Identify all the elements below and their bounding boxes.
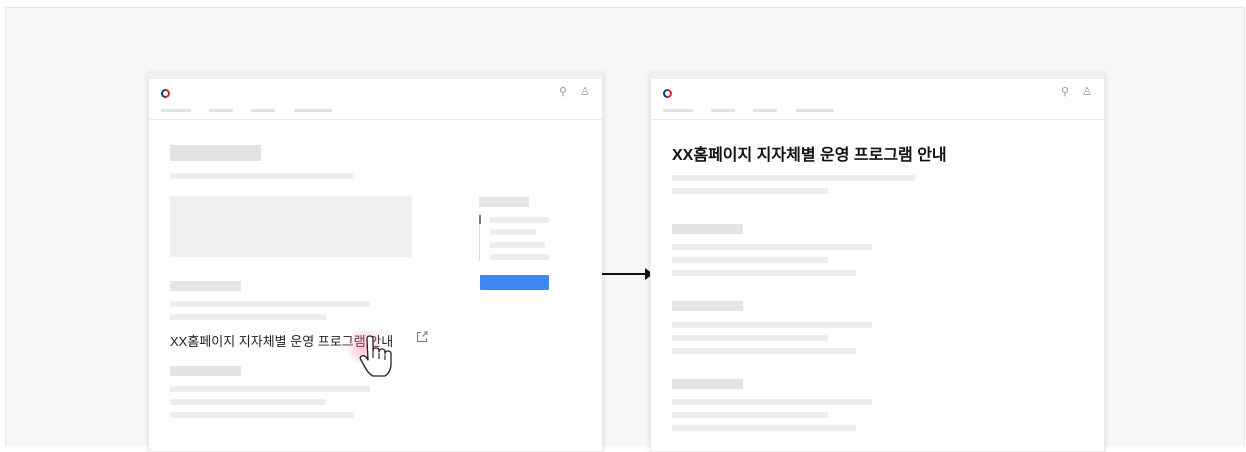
page-title: XX홈페이지 지자체별 운영 프로그램 안내 (672, 147, 947, 164)
text-line-placeholder (672, 425, 856, 431)
user-icon[interactable]: ♙ (1082, 85, 1092, 99)
nav-item-placeholder[interactable] (251, 109, 275, 112)
text-line-placeholder (672, 412, 828, 418)
pointer-hand-icon (359, 335, 392, 377)
sidebar-item-placeholder[interactable] (490, 217, 549, 223)
nav-item-placeholder[interactable] (294, 109, 332, 112)
text-line-placeholder (170, 173, 353, 179)
source-page-window: ⚲ ♙ XX홈페이지 지자체별 운영 프로그램 안내 (148, 72, 603, 452)
text-line-placeholder (672, 335, 828, 341)
search-icon[interactable]: ⚲ (559, 85, 567, 99)
section-heading-placeholder (672, 301, 743, 311)
sidebar-item-placeholder[interactable] (490, 254, 549, 260)
sidebar-active-marker (479, 215, 481, 224)
text-line-placeholder (672, 322, 872, 328)
section-heading-placeholder (672, 224, 743, 234)
text-line-placeholder (672, 188, 828, 194)
sidebar-action-button[interactable] (480, 275, 549, 290)
government-logo-icon[interactable] (161, 89, 170, 98)
nav-item-placeholder[interactable] (753, 109, 777, 112)
text-line-placeholder (672, 348, 856, 354)
section-heading-placeholder (672, 379, 743, 389)
nav-item-placeholder[interactable] (663, 109, 693, 112)
site-header: ⚲ ♙ (149, 79, 602, 120)
text-line-placeholder (170, 301, 370, 307)
nav-item-placeholder[interactable] (209, 109, 233, 112)
destination-page-window: ⚲ ♙ XX홈페이지 지자체별 운영 프로그램 안내 (650, 72, 1105, 452)
site-header: ⚲ ♙ (651, 79, 1104, 120)
search-icon[interactable]: ⚲ (1061, 85, 1069, 99)
transition-arrow (602, 268, 653, 280)
section-heading-placeholder (170, 281, 241, 291)
sidebar-item-placeholder[interactable] (490, 242, 545, 248)
page-title-placeholder (170, 145, 261, 161)
text-line-placeholder (170, 399, 326, 405)
text-line-placeholder (672, 399, 872, 405)
nav-item-placeholder[interactable] (711, 109, 735, 112)
text-line-placeholder (170, 412, 354, 418)
user-icon[interactable]: ♙ (580, 85, 590, 99)
text-line-placeholder (170, 314, 326, 320)
image-placeholder (170, 196, 412, 257)
section-heading-placeholder (170, 366, 241, 376)
text-line-placeholder (170, 386, 370, 392)
external-link-icon[interactable] (415, 330, 429, 344)
text-line-placeholder (672, 175, 915, 181)
nav-item-placeholder[interactable] (161, 109, 191, 112)
text-line-placeholder (672, 257, 828, 263)
text-line-placeholder (672, 270, 856, 276)
sidebar-item-placeholder[interactable] (490, 229, 536, 235)
government-logo-icon[interactable] (663, 89, 672, 98)
nav-item-placeholder[interactable] (796, 109, 834, 112)
text-line-placeholder (672, 244, 872, 250)
sidebar-heading-placeholder (479, 197, 529, 207)
